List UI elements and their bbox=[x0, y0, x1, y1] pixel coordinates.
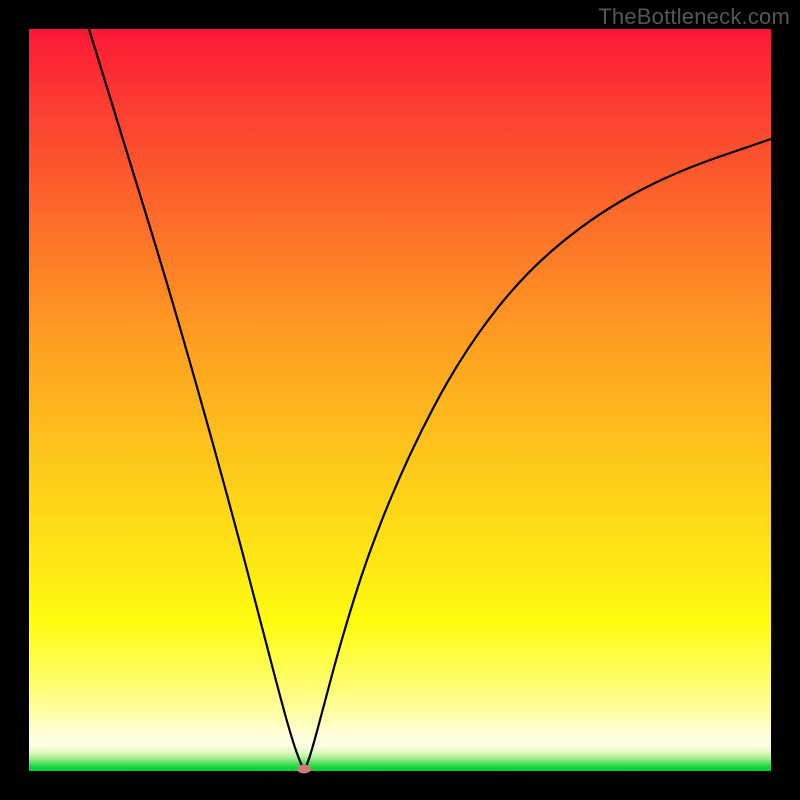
bottleneck-curve bbox=[29, 29, 771, 771]
plot-area bbox=[29, 29, 771, 771]
watermark-text: TheBottleneck.com bbox=[598, 4, 790, 30]
curve-path bbox=[89, 29, 771, 769]
min-marker bbox=[297, 765, 311, 774]
chart-frame: TheBottleneck.com bbox=[0, 0, 800, 800]
